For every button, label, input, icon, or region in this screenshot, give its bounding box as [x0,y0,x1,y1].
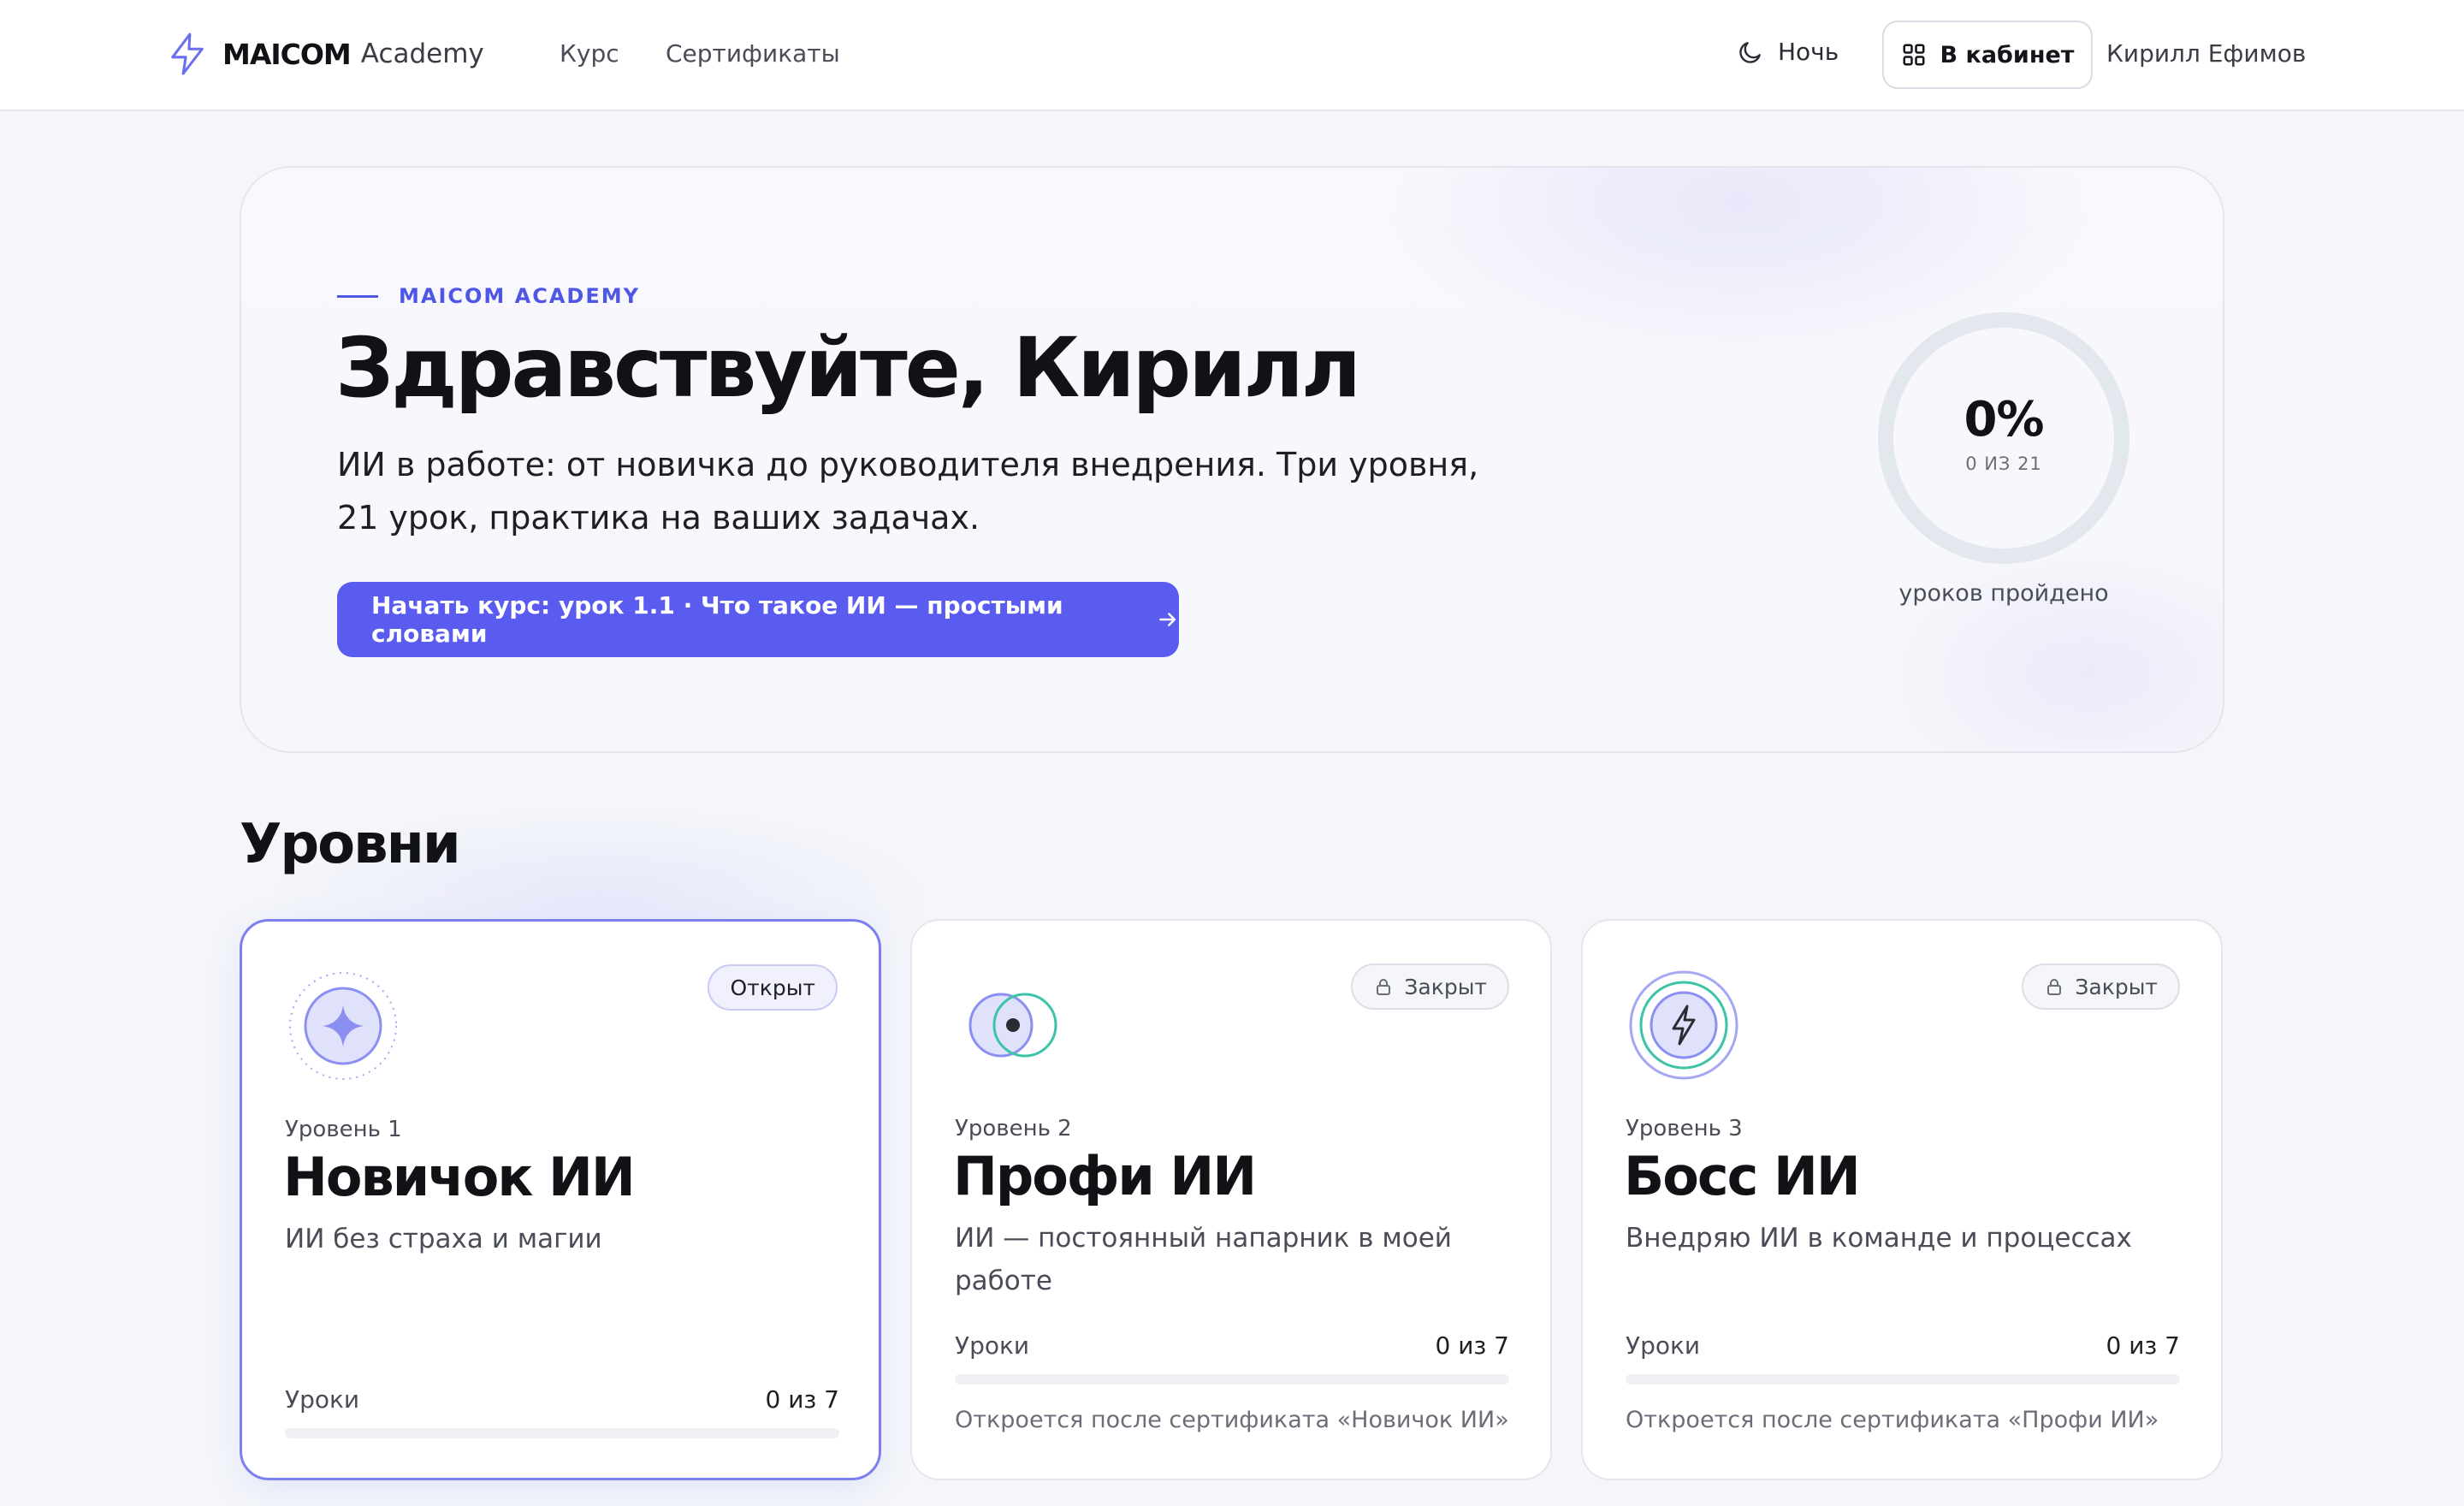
lessons-row: Уроки 0 из 7 [285,1385,839,1414]
progress-ring: 0% 0 ИЗ 21 [1875,310,2132,566]
theme-toggle[interactable]: Ночь [1737,38,1839,66]
lessons-value: 0 из 7 [1435,1331,1509,1360]
overlap-circles-icon [968,993,1057,1058]
theme-toggle-label: Ночь [1778,38,1839,66]
card-description: ИИ без страха и магии [285,1224,602,1254]
lessons-progress-bar [1626,1374,2180,1384]
nav-certificates[interactable]: Сертификаты [666,39,840,68]
grid-icon [1903,44,1925,66]
lessons-progress-bar [285,1428,839,1438]
lessons-value: 0 из 7 [765,1385,839,1414]
moon-icon [1739,41,1761,63]
lessons-row: Уроки 0 из 7 [1626,1331,2180,1360]
lessons-value: 0 из 7 [2106,1331,2180,1360]
start-course-button[interactable]: Начать курс: урок 1.1 · Что такое ИИ — п… [337,582,1179,657]
level-card-3[interactable]: Закрыт Уровень 3 Босс ИИ Внедряю ИИ в ко… [1581,919,2223,1480]
lessons-label: Уроки [285,1385,360,1414]
lock-icon [2047,979,2062,995]
lessons-row: Уроки 0 из 7 [955,1331,1509,1360]
unlock-note: Откроется после сертификата «Профи ИИ» [1626,1407,2159,1433]
lightning-icon [1629,970,1738,1080]
status-badge-label: Закрыт [2075,974,2158,999]
lightning-icon [171,33,204,75]
arrow-right-icon [1158,613,1176,626]
progress-percent: 0% [1964,392,2044,448]
card-name: Профи ИИ [953,1145,1257,1207]
card-name: Новичок ИИ [283,1146,636,1208]
start-course-label: Начать курс: урок 1.1 · Что такое ИИ — п… [371,591,1063,648]
status-badge-label: Открыт [730,975,815,1000]
status-badge: Открыт [708,964,838,1011]
hero-title: Здравствуйте, Кирилл [335,320,1361,416]
brand-sub: Academy [360,39,484,69]
status-badge: Закрыт [2022,963,2180,1010]
sparkle-icon [289,972,397,1080]
status-badge-label: Закрыт [1404,974,1487,999]
eyebrow-text: MAICOM ACADEMY [399,284,640,308]
lessons-progress-bar [955,1374,1509,1384]
card-description: Внедряю ИИ в команде и процессах [1626,1223,2132,1254]
brand-name: MAICOM [222,37,352,71]
brand-logo[interactable]: MAICOM Academy [168,33,484,75]
card-level: Уровень 2 [955,1116,1072,1141]
hero-eyebrow: MAICOM ACADEMY [337,284,640,308]
lessons-label: Уроки [1626,1331,1701,1360]
card-level: Уровень 3 [1626,1116,1743,1141]
levels-title: Уровни [240,813,461,876]
hero-glow-secondary [1867,536,2223,751]
lock-icon [1377,979,1391,995]
top-header: MAICOM Academy Курс Сертификаты Ночь В к… [0,0,2464,111]
status-badge: Закрыт [1351,963,1509,1010]
nav-course[interactable]: Курс [560,39,619,68]
card-level: Уровень 1 [285,1117,402,1142]
cabinet-button-label: В кабинет [1940,41,2075,68]
eyebrow-line [337,294,378,298]
cabinet-button[interactable]: В кабинет [1882,21,2093,89]
hero-description: ИИ в работе: от новичка до руководителя … [337,446,1479,537]
hero-card: MAICOM ACADEMY Здравствуйте, Кирилл ИИ в… [240,166,2224,753]
user-name[interactable]: Кирилл Ефимов [2106,39,2306,68]
level-card-1[interactable]: Открыт Уровень 1 Новичок ИИ ИИ без страх… [240,919,881,1480]
card-name: Босс ИИ [1624,1145,1861,1207]
unlock-note: Откроется после сертификата «Новичок ИИ» [955,1407,1509,1433]
progress-count: 0 ИЗ 21 [1965,454,2042,474]
level-card-2[interactable]: Закрыт Уровень 2 Профи ИИ ИИ — постоянны… [910,919,1552,1480]
card-description: ИИ — постоянный напарник в моей работе [955,1223,1452,1296]
lessons-label: Уроки [955,1331,1030,1360]
progress-caption: уроков пройдено [1898,580,2109,607]
